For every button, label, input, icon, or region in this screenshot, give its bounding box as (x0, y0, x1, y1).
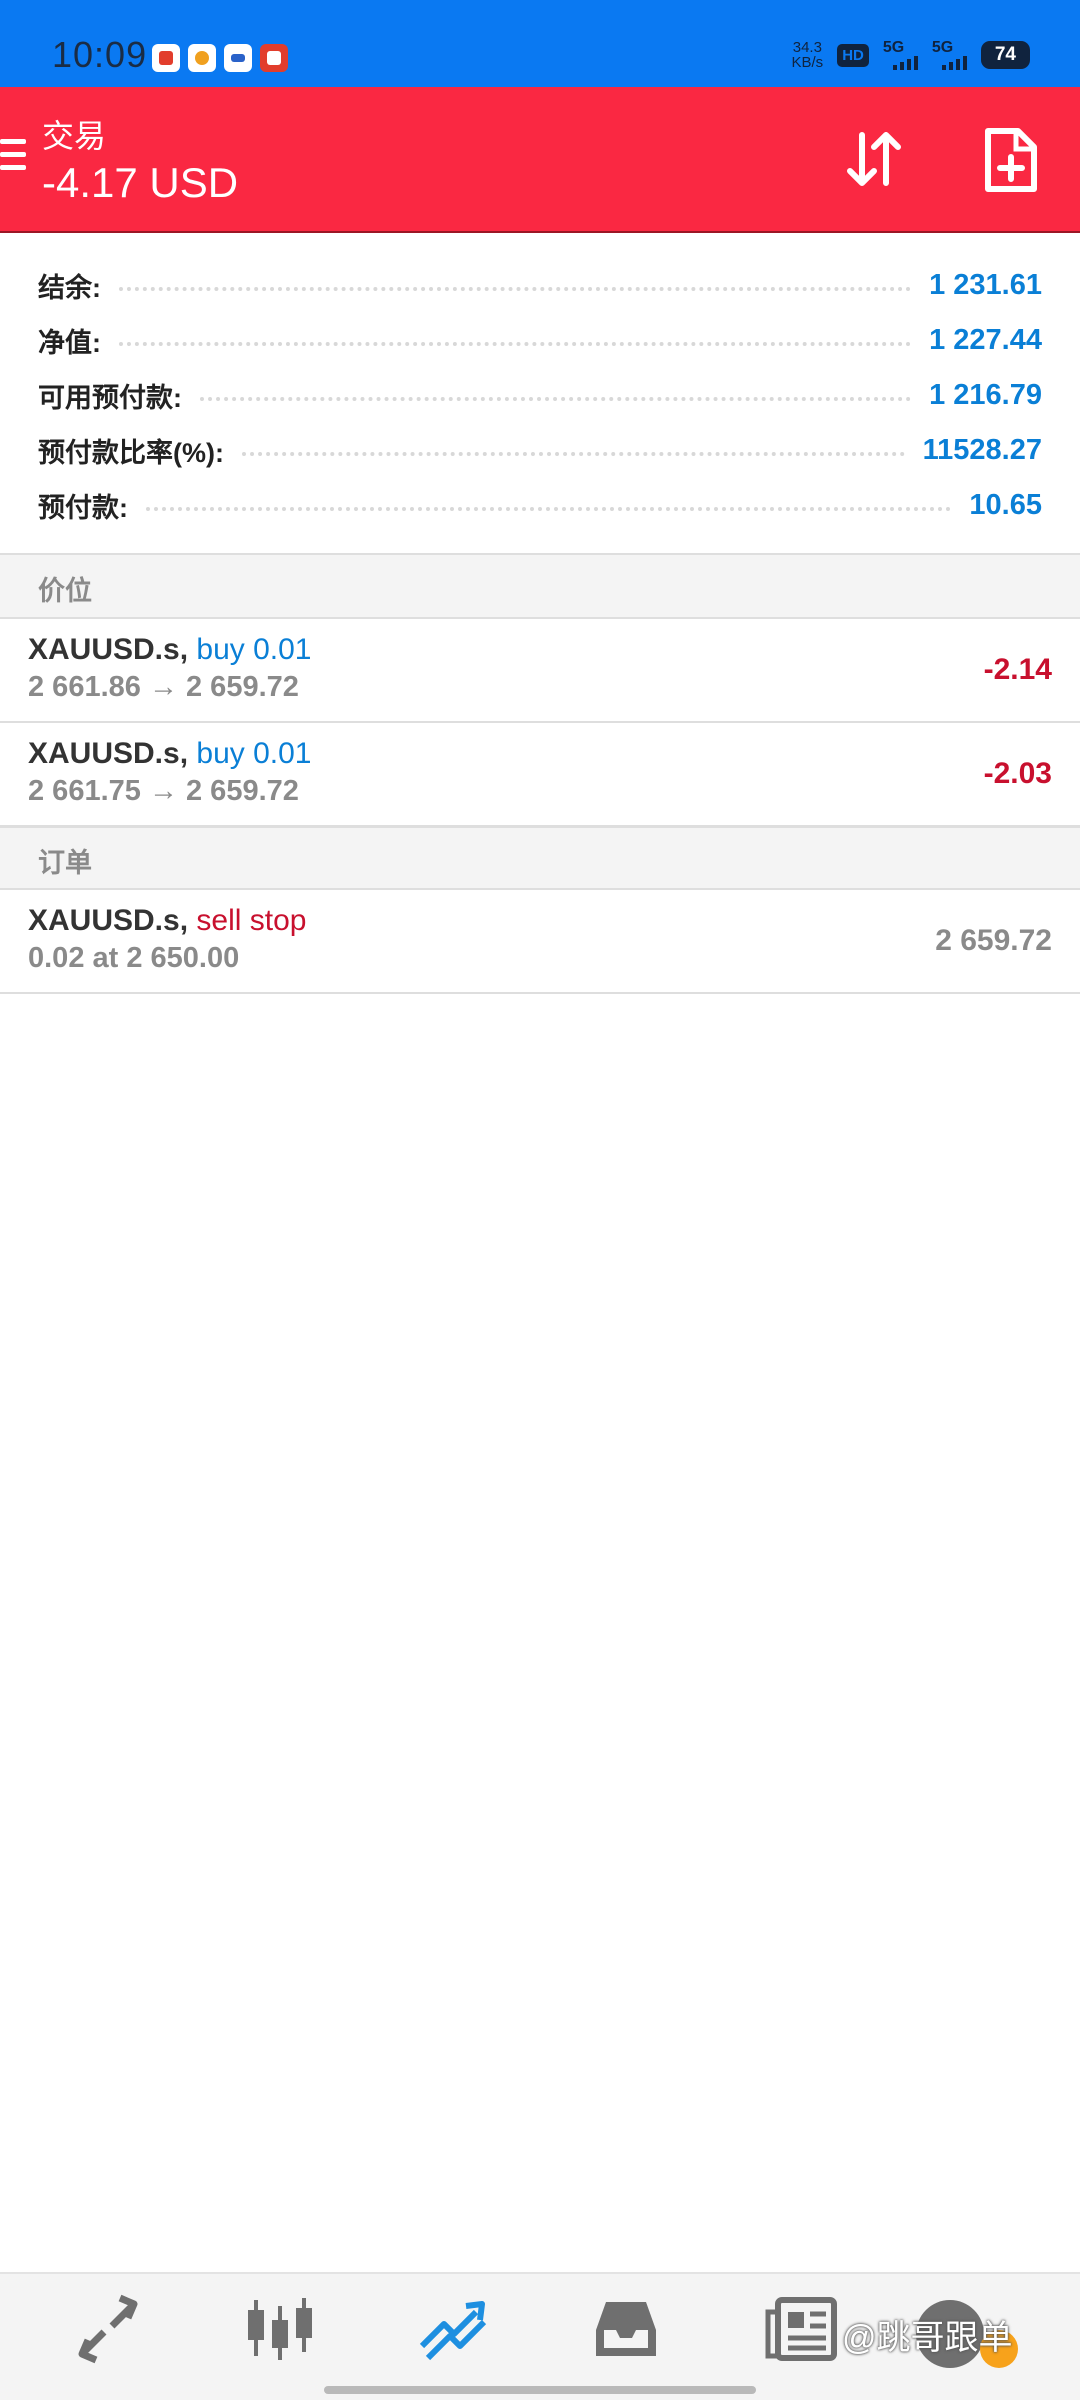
hd-voice-icon: HD (837, 43, 869, 67)
system-indicators: 34.3 KB/s HD 5G 5G 74 (791, 39, 1030, 71)
network-speed: 34.3 KB/s (791, 39, 824, 71)
margin-label: 预付款: (38, 492, 128, 523)
free-margin-label: 可用预付款: (38, 382, 182, 413)
equity-row: 净值: 1 227.44 (38, 313, 1042, 367)
quotes-icon[interactable] (68, 2294, 148, 2364)
balance-value: 1 231.61 (929, 268, 1042, 301)
home-indicator[interactable] (324, 2386, 756, 2394)
calendar-app-icon (224, 44, 252, 72)
margin-level-row: 预付款比率(%): 11528.27 (38, 423, 1042, 477)
signal-icon-2: 5G (932, 40, 967, 70)
equity-label: 净值: (38, 327, 101, 358)
shopping-app-icon (260, 44, 288, 72)
page-title: 交易 (42, 118, 107, 154)
position-profit: -2.03 (983, 757, 1052, 790)
margin-level-value: 11528.27 (922, 433, 1042, 466)
new-order-icon[interactable] (980, 127, 1042, 193)
position-side: buy 0.01 (196, 633, 312, 666)
order-detail: 0.02 at 2 650.00 (28, 942, 240, 974)
status-bar: 10:09 34.3 KB/s HD 5G 5G 74 (0, 0, 1080, 87)
position-symbol: XAUUSD.s, buy 0.01 (28, 737, 312, 770)
order-row[interactable]: XAUUSD.s, sell stop 0.02 at 2 650.00 2 6… (0, 890, 1080, 994)
signal-icon-1: 5G (883, 40, 918, 70)
chart-icon[interactable] (240, 2294, 320, 2364)
orders-section-header: 订单 (0, 826, 1080, 890)
weibo-app-icon (188, 44, 216, 72)
positions-section-header: 价位 (0, 553, 1080, 619)
margin-row: 预付款: 10.65 (38, 478, 1042, 532)
position-row[interactable]: XAUUSD.s, buy 0.01 2 661.86 → 2 659.72 -… (0, 619, 1080, 723)
position-row[interactable]: XAUUSD.s, buy 0.01 2 661.75 → 2 659.72 -… (0, 723, 1080, 827)
account-summary: 结余: 1 231.61 净值: 1 227.44 可用预付款: 1 216.7… (0, 233, 1080, 553)
free-margin-value: 1 216.79 (929, 378, 1042, 411)
position-symbol: XAUUSD.s, buy 0.01 (28, 633, 312, 666)
news-icon[interactable] (760, 2294, 840, 2364)
position-prices: 2 661.86 → 2 659.72 (28, 671, 299, 703)
watermark: @跳哥跟单 (842, 2319, 1013, 2357)
total-profit: -4.17 USD (42, 159, 239, 206)
top-app-bar: 交易 -4.17 USD (0, 87, 1080, 233)
order-type: sell stop (196, 904, 307, 937)
clock: 10:09 (52, 34, 148, 75)
menu-icon[interactable] (0, 139, 28, 175)
balance-row: 结余: 1 231.61 (38, 258, 1042, 312)
balance-label: 结余: (38, 272, 101, 303)
margin-level-label: 预付款比率(%): (38, 437, 224, 468)
trade-icon[interactable] (414, 2294, 494, 2364)
battery-icon: 74 (980, 41, 1030, 69)
position-profit: -2.14 (983, 653, 1052, 686)
history-icon[interactable] (586, 2294, 666, 2364)
equity-value: 1 227.44 (929, 323, 1042, 356)
notification-icons (152, 44, 288, 72)
order-current-price: 2 659.72 (935, 924, 1052, 957)
position-prices: 2 661.75 → 2 659.72 (28, 775, 299, 807)
margin-value: 10.65 (969, 488, 1042, 521)
mail-app-icon (152, 44, 180, 72)
sort-icon[interactable] (842, 127, 906, 191)
order-symbol: XAUUSD.s, sell stop (28, 904, 307, 937)
free-margin-row: 可用预付款: 1 216.79 (38, 368, 1042, 422)
position-side: buy 0.01 (196, 737, 312, 770)
